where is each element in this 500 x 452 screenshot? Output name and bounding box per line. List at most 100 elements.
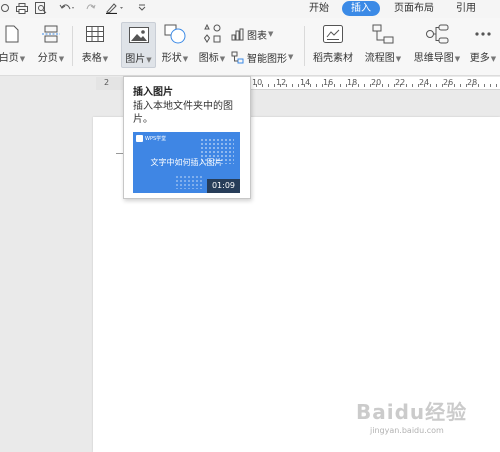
ruler-tick [454,84,455,87]
baidu-watermark: Baidu经验 jingyan.baidu.com [356,396,496,440]
icon-library-button[interactable]: 图标▼ [196,22,228,68]
page-break-label: 分页 [37,53,58,64]
video-caption: 文字中如何插入图片 [150,158,223,167]
flowchart-button[interactable]: 流程图▼ [361,22,405,68]
ruler-number: 12 [276,78,287,87]
flowchart-label: 流程图 [364,53,395,64]
mindmap-icon [425,22,449,46]
blank-page-icon [5,22,19,46]
ruler-number: 2 [104,78,110,87]
ruler-tick [460,84,461,87]
ruler-tick [484,84,485,87]
chart-button[interactable]: 图表 ▼ [231,27,273,42]
ruler-number: 16 [323,78,334,87]
tab-home[interactable]: 开始 [304,1,334,16]
ruler-tick [256,84,257,87]
ruler-tick [292,84,293,87]
ruler-tick [286,84,287,87]
picture-tooltip: 插入图片 插入本地文件夹中的图片。 WPS学堂 文字中如何插入图片 01:09 [123,76,251,199]
ruler-tick [430,84,431,87]
material-button[interactable]: 稻壳素材 [309,22,357,68]
ribbon-divider [304,26,305,66]
open-icon[interactable] [0,1,12,15]
ruler-tick [412,84,413,87]
blank-page-button[interactable]: 白页▼ [0,22,26,68]
more-icon [474,22,492,46]
ruler-number: 20 [371,78,382,87]
ruler-tick [262,84,263,87]
watermark-brand: Baidu经验 [356,400,468,424]
shape-button[interactable]: 形状▼ [158,22,192,68]
picture-label: 图片 [125,54,146,65]
print-icon[interactable] [14,1,30,15]
more-button[interactable]: 更多▼ [466,22,500,68]
blank-page-label: 白页 [0,53,19,64]
ruler-tick [418,84,419,87]
thumbnail-pattern [175,175,203,189]
ruler-tick [280,84,281,87]
picture-button[interactable]: 图片▼ [121,22,156,68]
table-icon [86,22,104,46]
ruler-tick [448,84,449,87]
ruler-tick [376,84,377,87]
tab-insert[interactable]: 插入 [342,1,380,16]
ruler-tick [478,84,479,87]
title-bar: 开始 插入 页面布局 引用 [0,0,500,18]
ruler-tick [394,84,395,87]
insert-ribbon: 白页▼ 分页▼ 表格▼ 图片▼ 形状▼ 图标▼ 图表 ▼ 智能图形 ▼ 稻壳素材… [0,18,500,76]
watermark-url: jingyan.baidu.com [370,426,444,435]
customize-icon[interactable] [136,1,148,15]
video-duration: 01:09 [207,179,240,193]
ruler-tick [370,84,371,87]
ruler-tick [358,84,359,87]
table-label: 表格 [81,53,102,64]
ruler-tick [310,84,311,87]
ruler-tick [490,84,491,87]
table-button[interactable]: 表格▼ [78,22,112,68]
ruler-number: 28 [467,78,478,87]
ruler-tick [436,84,437,87]
icon-library-icon [202,22,222,46]
smart-art-button[interactable]: 智能图形 ▼ [231,50,293,65]
ruler-tick [274,84,275,87]
ruler-tick [328,84,329,87]
print-preview-icon[interactable] [33,1,49,15]
page-break-button[interactable]: 分页▼ [34,22,68,68]
tab-page-layout[interactable]: 页面布局 [390,1,438,16]
ruler-tick [424,84,425,87]
video-logo: WPS学堂 [136,135,166,142]
ruler-tick [400,84,401,87]
ruler-tick [364,84,365,87]
shape-icon [164,22,186,46]
ruler-tick [352,84,353,87]
ruler-tick [382,84,383,87]
page-break-icon [42,22,60,46]
tab-references[interactable]: 引用 [452,1,480,16]
ruler-tick [472,84,473,87]
shape-label: 形状 [161,53,182,64]
ruler-tick [298,84,299,87]
ruler-tick [316,84,317,87]
ruler-tick [496,84,497,87]
ruler-tick [268,84,269,87]
tooltip-description: 插入本地文件夹中的图片。 [133,101,233,125]
smart-art-label: 智能图形 [247,53,287,65]
ruler-tick [304,84,305,87]
ribbon-divider [72,26,73,66]
chart-icon [231,28,244,41]
tooltip-title: 插入图片 [133,87,173,98]
format-painter-icon[interactable] [104,1,126,15]
ruler-number: 18 [347,78,358,87]
flowchart-icon [372,22,394,46]
ruler-tick [442,84,443,87]
undo-icon[interactable] [57,1,77,15]
mindmap-button[interactable]: 思维导图▼ [411,22,463,68]
ruler-tick [346,84,347,87]
more-label: 更多 [469,53,490,64]
ruler-tick [322,84,323,87]
ruler-number: 26 [443,78,454,87]
tutorial-video-thumbnail[interactable]: WPS学堂 文字中如何插入图片 01:09 [133,132,240,193]
redo-icon[interactable] [83,1,97,15]
smart-art-icon [231,51,244,64]
ruler-number: 14 [300,78,311,87]
